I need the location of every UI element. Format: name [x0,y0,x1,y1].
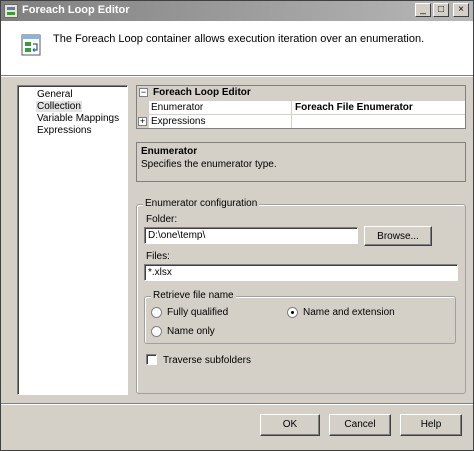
nav-item-expressions[interactable]: Expressions [36,125,92,136]
title-bar[interactable]: Foreach Loop Editor _ □ × [1,1,473,21]
minimize-button[interactable]: _ [415,3,431,17]
name-and-extension-label[interactable]: Name and extension [303,307,395,318]
files-field[interactable]: *.xlsx [144,264,458,281]
expand-icon[interactable]: + [138,117,147,126]
name-and-extension-radio[interactable] [287,307,298,318]
dialog-header: The Foreach Loop container allows execut… [1,21,473,75]
folder-label: Folder: [146,214,178,225]
files-label: Files: [146,251,170,262]
enumerator-value[interactable]: Foreach File Enumerator [295,102,413,113]
nav-item-variable-mappings[interactable]: Variable Mappings [36,113,120,124]
property-grid[interactable]: − Foreach Loop Editor Enumerator Foreach… [136,85,466,129]
description-text: Specifies the enumerator type. [141,159,277,170]
name-only-radio[interactable] [151,326,162,337]
cancel-button[interactable]: Cancel [329,414,391,436]
property-row-enumerator[interactable]: Enumerator Foreach File Enumerator [137,100,465,114]
fully-qualified-label[interactable]: Fully qualified [167,307,228,318]
property-category-header[interactable]: − Foreach Loop Editor [137,86,465,100]
page-navigation-list[interactable]: General Collection Variable Mappings Exp… [17,85,128,395]
property-name-enumerator: Enumerator [151,102,204,113]
footer-divider [1,403,473,405]
enumerator-configuration-label: Enumerator configuration [143,198,260,209]
close-button[interactable]: × [453,3,469,17]
property-grid-splitter[interactable] [291,100,292,128]
app-icon [4,4,18,18]
foreach-loop-editor-window: Foreach Loop Editor _ □ × The Foreach Lo… [0,0,474,451]
nav-item-general[interactable]: General [36,89,74,100]
property-description-panel: Enumerator Specifies the enumerator type… [136,142,466,182]
property-category-label: Foreach Loop Editor [153,87,251,98]
header-description: The Foreach Loop container allows execut… [53,33,425,45]
collapse-icon[interactable]: − [139,88,148,97]
maximize-button[interactable]: □ [433,3,449,17]
retrieve-file-name-label: Retrieve file name [151,290,236,301]
property-row-expressions[interactable]: + Expressions [137,114,465,128]
folder-field[interactable]: D:\one\temp\ [144,227,358,244]
nav-item-collection[interactable]: Collection [36,101,82,112]
traverse-subfolders-label[interactable]: Traverse subfolders [163,355,251,366]
header-divider [1,75,473,77]
foreach-container-icon [21,34,41,56]
fully-qualified-radio[interactable] [151,307,162,318]
browse-button[interactable]: Browse... [364,226,432,246]
window-title: Foreach Loop Editor [22,4,130,16]
help-button[interactable]: Help [400,414,462,436]
ok-button[interactable]: OK [260,414,320,436]
description-title: Enumerator [141,146,198,157]
property-name-expressions: Expressions [151,116,206,127]
traverse-subfolders-checkbox[interactable] [146,354,157,365]
name-only-label[interactable]: Name only [167,326,215,337]
